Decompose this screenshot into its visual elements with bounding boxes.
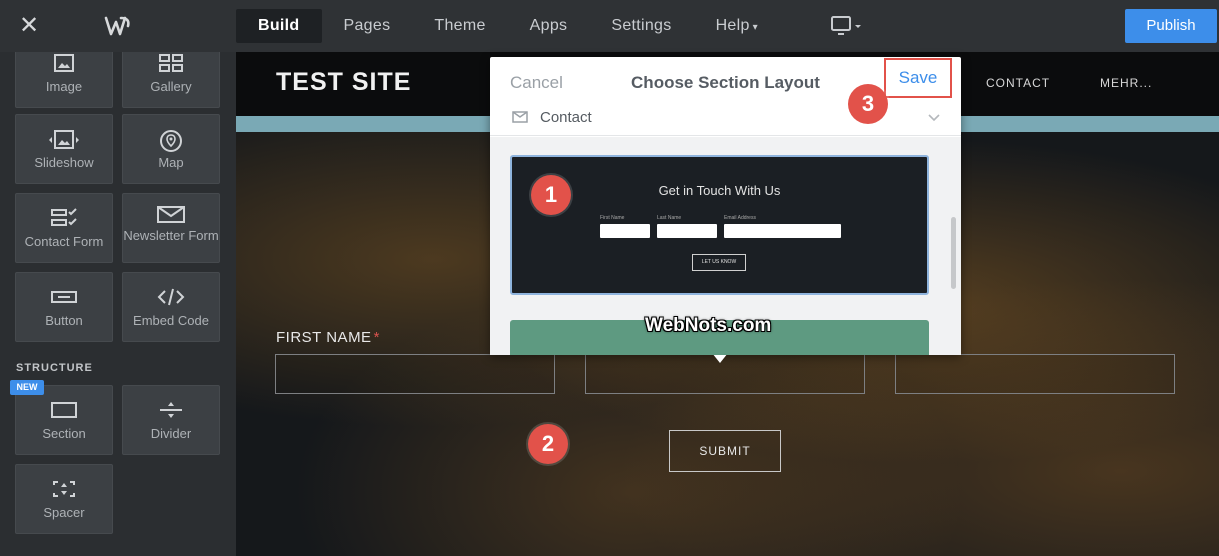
annotation-badge-2: 2	[528, 424, 568, 464]
required-mark: *	[373, 329, 380, 346]
close-icon[interactable]: ✕	[16, 13, 42, 39]
preview-field-label: First Name	[600, 215, 625, 221]
tile-label: Slideshow	[34, 155, 94, 170]
tile-label: Spacer	[43, 505, 85, 520]
tile-spacer[interactable]: Spacer	[15, 464, 113, 534]
preview-last-name-field	[657, 224, 717, 238]
button-icon	[16, 287, 112, 309]
contact-form-icon	[16, 208, 112, 230]
dialog-scrollbar[interactable]	[951, 217, 956, 289]
save-button[interactable]: Save	[884, 58, 952, 98]
structure-heading: STRUCTURE	[16, 362, 93, 374]
tile-label: Contact Form	[24, 234, 104, 249]
tile-gallery[interactable]: Gallery	[122, 52, 220, 108]
submit-button[interactable]: SUBMIT	[669, 430, 781, 472]
section-icon	[16, 400, 112, 422]
preview-field-label: Last Name	[657, 215, 682, 221]
tab-build[interactable]: Build	[236, 9, 322, 43]
chevron-down-icon: ▾	[752, 22, 758, 33]
preview-heading: Get in Touch With Us	[658, 183, 781, 198]
tab-theme[interactable]: Theme	[412, 9, 507, 43]
tile-contact-form[interactable]: Contact Form	[15, 193, 113, 263]
desktop-device-icon[interactable]	[830, 14, 864, 38]
spacer-icon	[16, 479, 112, 501]
site-nav-contact[interactable]: CONTACT	[986, 76, 1050, 90]
elements-sidebar: Image Gallery Slideshow Map Contact Form…	[0, 52, 236, 556]
site-title[interactable]: TEST SITE	[276, 68, 411, 97]
preview-first-name-field	[600, 224, 650, 238]
tile-map[interactable]: Map	[122, 114, 220, 184]
tile-label: Divider	[150, 426, 192, 441]
first-name-text: FIRST NAME	[276, 329, 372, 346]
preview-button: LET US KNOW	[692, 254, 746, 271]
first-name-field[interactable]	[275, 354, 555, 394]
envelope-icon	[512, 111, 528, 123]
tile-divider[interactable]: Divider	[122, 385, 220, 455]
main-nav: Build Pages Theme Apps Settings Help ▾	[236, 9, 780, 43]
tile-embed-code[interactable]: Embed Code	[122, 272, 220, 342]
preview-field-label: Email Address	[724, 215, 756, 221]
slideshow-icon	[16, 129, 112, 151]
tile-slideshow[interactable]: Slideshow	[15, 114, 113, 184]
chevron-down-icon	[928, 114, 940, 122]
weebly-logo[interactable]	[104, 14, 132, 38]
tile-label: Newsletter Form	[123, 228, 219, 243]
gallery-icon	[123, 53, 219, 75]
code-icon	[123, 287, 219, 309]
site-nav-more[interactable]: MEHR...	[1100, 76, 1152, 90]
email-field[interactable]	[895, 354, 1175, 394]
selected-category: Contact	[540, 109, 592, 126]
tab-apps[interactable]: Apps	[508, 9, 590, 43]
tab-pages[interactable]: Pages	[322, 9, 413, 43]
tile-newsletter-form[interactable]: Newsletter Form	[122, 193, 220, 263]
preview-email-field	[724, 224, 841, 238]
divider-icon	[123, 400, 219, 422]
annotation-badge-3: 3	[848, 84, 888, 124]
tile-button[interactable]: Button	[15, 272, 113, 342]
watermark-text: WebNots.com	[645, 315, 772, 336]
annotation-badge-1: 1	[531, 175, 571, 215]
image-icon	[16, 53, 112, 75]
envelope-icon	[123, 204, 219, 226]
tile-label: Section	[42, 426, 86, 441]
layout-category-select[interactable]: Contact	[490, 102, 961, 136]
top-toolbar: ✕ Build Pages Theme Apps Settings Help ▾ …	[0, 0, 1219, 52]
tile-label: Image	[45, 79, 83, 94]
tab-help-label: Help	[715, 17, 750, 34]
tile-section[interactable]: Section	[15, 385, 113, 455]
new-badge: NEW	[10, 380, 44, 395]
tile-image[interactable]: Image	[15, 52, 113, 108]
tile-label: Gallery	[150, 79, 192, 94]
website-builder: ✕ Build Pages Theme Apps Settings Help ▾ …	[0, 0, 1219, 556]
map-pin-icon	[123, 129, 219, 152]
tile-label: Embed Code	[133, 313, 209, 328]
tab-help[interactable]: Help ▾	[694, 9, 780, 43]
tile-label: Map	[158, 155, 184, 170]
layout-option-contact-1[interactable]: Get in Touch With Us First Name Last Nam…	[510, 155, 929, 295]
tile-label: Button	[45, 313, 83, 328]
publish-button[interactable]: Publish	[1125, 9, 1217, 43]
first-name-label: FIRST NAME *	[276, 329, 380, 346]
tab-settings[interactable]: Settings	[589, 9, 693, 43]
